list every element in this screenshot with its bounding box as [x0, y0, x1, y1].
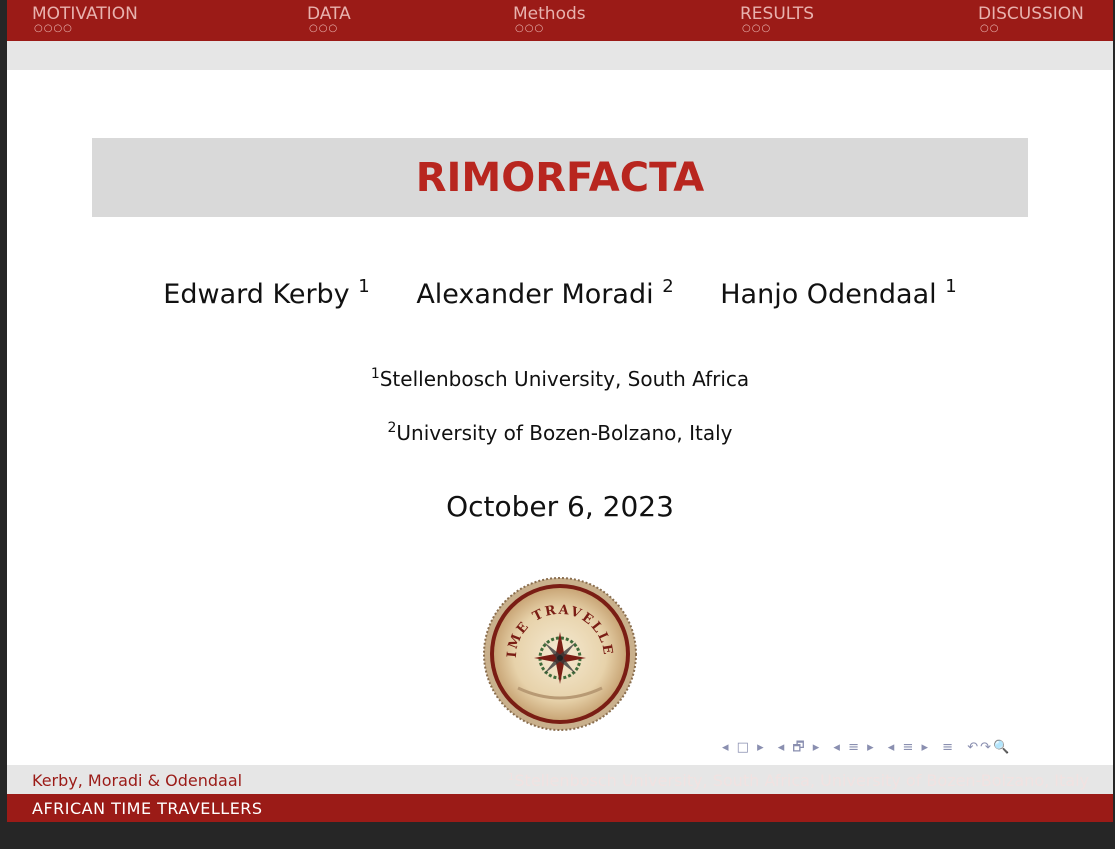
- nav-section-methods[interactable]: Methods: [513, 4, 586, 24]
- author-affiliation-mark: 1: [945, 276, 957, 297]
- author-affiliation-mark: 2: [662, 276, 674, 297]
- footer-presentation-title: AFRICAN TIME TRAVELLERS: [32, 799, 263, 818]
- author-name: Edward Kerby: [163, 279, 350, 310]
- nav-section-results[interactable]: RESULTS: [740, 4, 814, 24]
- nav-toc-icon[interactable]: ≡: [942, 740, 955, 755]
- author-1: Edward Kerby 1: [163, 276, 370, 310]
- author-2: Alexander Moradi 2: [416, 276, 674, 310]
- nav-dots-methods[interactable]: ○○○: [515, 23, 544, 35]
- nav-frame-icon[interactable]: ◂ □ ▸: [722, 740, 766, 755]
- nav-presentation-icon[interactable]: ◂ ≡ ▸: [888, 740, 930, 755]
- title-box: RIMORFACTA: [92, 138, 1028, 217]
- time-traveller-logo: TIME TRAVELLER: [482, 576, 637, 731]
- nav-section-motivation[interactable]: MOTIVATION: [32, 4, 138, 24]
- nav-dots-discussion[interactable]: ○○: [980, 23, 999, 35]
- affiliation-text: University of Bozen-Bolzano, Italy: [396, 421, 733, 445]
- affiliation-text: Stellenbosch University, South Africa: [379, 367, 750, 391]
- author-3: Hanjo Odendaal 1: [720, 276, 957, 310]
- slide: MOTIVATION ○○○○ DATA ○○○ Methods ○○○ RES…: [7, 0, 1113, 822]
- beamer-navigation-symbols: ◂ □ ▸ ◂ 🗗 ▸ ◂ ≡ ▸ ◂ ≡ ▸ ≡ ↶↷🔍: [722, 738, 1017, 760]
- subsection-bar: [7, 41, 1113, 70]
- author-list: Edward Kerby 1 Alexander Moradi 2 Hanjo …: [7, 276, 1113, 310]
- affiliation-number: 1: [370, 366, 380, 382]
- footer-institute-text: Stellenbosch University, South Africa, U…: [514, 771, 1089, 790]
- nav-search-icon[interactable]: ↶↷🔍: [967, 740, 1011, 755]
- author-affiliation-mark: 1: [358, 276, 370, 297]
- presentation-title: RIMORFACTA: [415, 154, 705, 201]
- affiliation-2: 2University of Bozen-Bolzano, Italy: [7, 420, 1113, 445]
- footer-authors: Kerby, Moradi & Odendaal: [32, 771, 243, 790]
- affiliation-1: 1Stellenbosch University, South Africa: [7, 366, 1113, 391]
- nav-dots-data[interactable]: ○○○: [309, 23, 338, 35]
- nav-dots-motivation[interactable]: ○○○○: [34, 23, 73, 35]
- presentation-date: October 6, 2023: [446, 490, 674, 523]
- nav-subsection-icon[interactable]: ◂ 🗗 ▸: [778, 740, 822, 755]
- author-name: Hanjo Odendaal: [720, 279, 937, 310]
- nav-dots-results[interactable]: ○○○: [742, 23, 771, 35]
- nav-section-discussion[interactable]: DISCUSSION: [978, 4, 1084, 24]
- nav-section-icon[interactable]: ◂ ≡ ▸: [833, 740, 875, 755]
- nav-section-data[interactable]: DATA: [307, 4, 351, 24]
- footer-institute: 1Stellenbosch University, South Africa, …: [508, 771, 1089, 790]
- author-name: Alexander Moradi: [416, 279, 654, 310]
- section-navigation-bar: MOTIVATION ○○○○ DATA ○○○ Methods ○○○ RES…: [7, 0, 1113, 41]
